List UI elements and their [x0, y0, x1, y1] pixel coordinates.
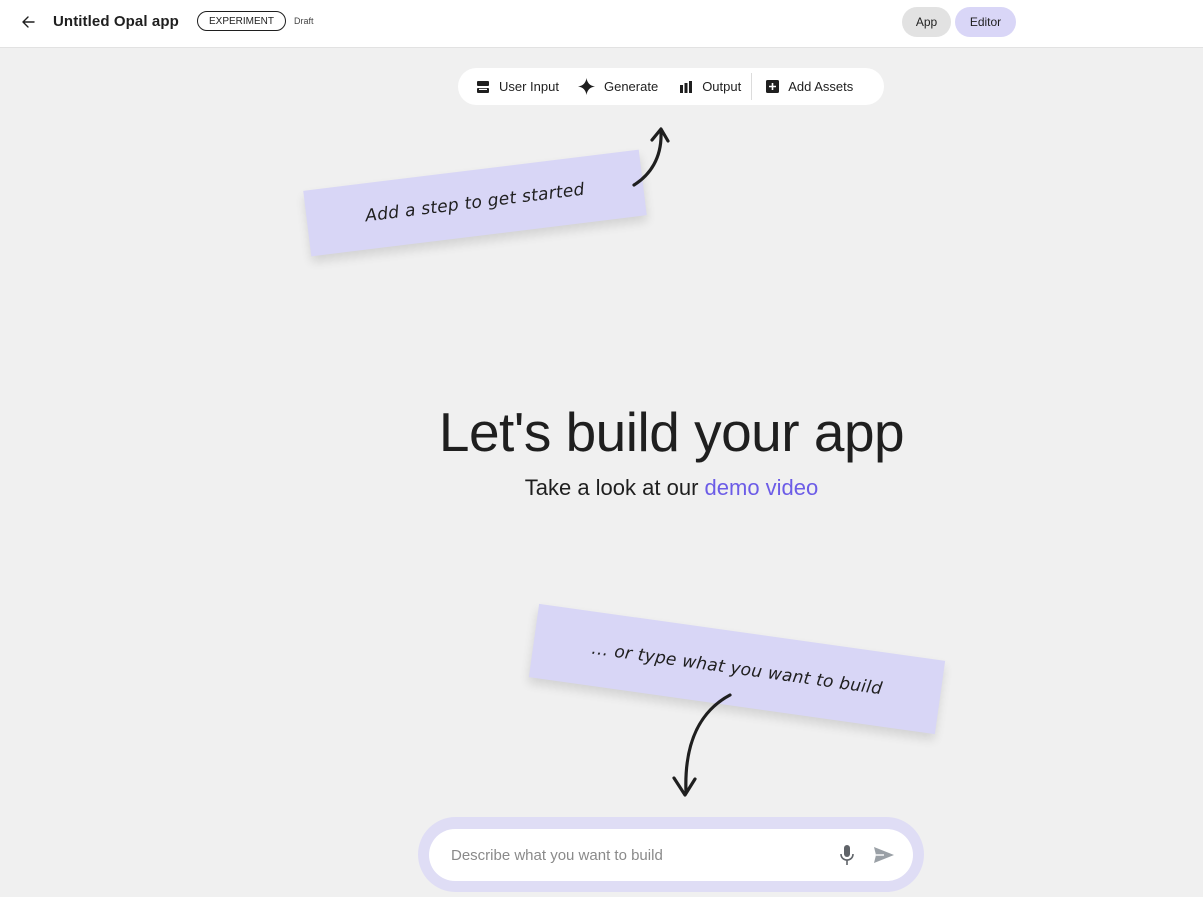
- output-button[interactable]: Output: [679, 68, 741, 105]
- hint-arrow-up-icon: [632, 127, 670, 187]
- user-input-label: User Input: [499, 79, 559, 94]
- toolbar-divider: [751, 73, 753, 100]
- step-toolbar: User Input Generate Output Add Assets: [458, 68, 884, 105]
- prompt-box: [429, 829, 913, 881]
- send-button[interactable]: [871, 843, 897, 867]
- hero-subtitle: Take a look at our demo video: [0, 475, 1203, 501]
- draft-status: Draft: [294, 16, 314, 26]
- mic-icon: [840, 845, 854, 865]
- add-assets-button[interactable]: Add Assets: [766, 68, 853, 105]
- top-bar: Untitled Opal app EXPERIMENT Draft App E…: [0, 0, 1203, 48]
- user-input-icon: [477, 80, 489, 93]
- user-input-button[interactable]: User Input: [476, 68, 559, 105]
- build-description-input[interactable]: [451, 829, 831, 881]
- add-box-icon: [766, 80, 780, 93]
- experiment-badge: EXPERIMENT: [197, 11, 287, 31]
- add-assets-label: Add Assets: [788, 79, 854, 94]
- hero-title: Let's build your app: [438, 401, 905, 463]
- hint-arrow-down-icon: [672, 693, 732, 797]
- generate-button[interactable]: Generate: [577, 68, 659, 105]
- app-mode-button[interactable]: App: [902, 7, 951, 37]
- output-label: Output: [702, 79, 742, 94]
- mode-toggle: App Editor: [902, 7, 1016, 37]
- editor-mode-button[interactable]: Editor: [955, 7, 1016, 37]
- hero-subtitle-text: Take a look at our: [524, 475, 705, 500]
- sparkle-icon: [577, 78, 595, 95]
- app-title[interactable]: Untitled Opal app: [53, 13, 179, 30]
- prompt-container: [418, 817, 924, 892]
- back-button[interactable]: [14, 8, 42, 36]
- arrow-left-icon: [22, 16, 35, 28]
- output-icon: [680, 80, 693, 93]
- hint-note-add-step: Add a step to get started: [303, 149, 647, 257]
- send-icon: [874, 847, 894, 863]
- mic-button[interactable]: [835, 843, 859, 867]
- generate-label: Generate: [603, 79, 659, 94]
- demo-video-link[interactable]: demo video: [705, 475, 819, 500]
